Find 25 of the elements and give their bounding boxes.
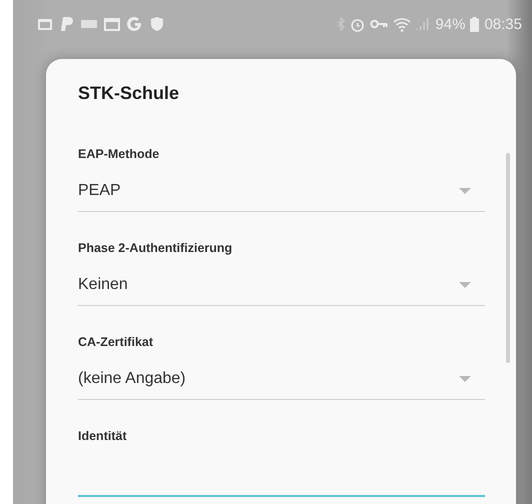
dropdown-field[interactable]: Keinen xyxy=(78,265,485,306)
payment-icon xyxy=(60,16,74,32)
key-icon xyxy=(370,19,388,29)
field-label: Phase 2-Authentifizierung xyxy=(78,240,234,257)
caret-icon xyxy=(459,376,471,382)
g-logo-icon xyxy=(127,16,143,32)
clock-time: 08:35 xyxy=(484,16,522,32)
browser-window-icon xyxy=(104,17,120,31)
dialog-title: STK-Schule xyxy=(78,83,180,105)
wifi-icon xyxy=(393,16,412,32)
keyboard-icon xyxy=(81,19,97,29)
shield-icon xyxy=(150,16,164,32)
battery-percent: 94% xyxy=(435,16,466,32)
field-label: EAP-Methode xyxy=(78,146,160,163)
alarm-icon xyxy=(350,16,366,32)
caret-icon xyxy=(459,282,471,288)
field-label: CA-Zertifikat xyxy=(78,334,154,351)
signal-icon xyxy=(416,17,430,31)
dropdown-field[interactable]: PEAP xyxy=(78,171,485,212)
calendar-icon xyxy=(37,17,53,31)
bluetooth-icon xyxy=(337,17,346,31)
dropdown-field[interactable]: (keine Angabe) xyxy=(78,359,485,400)
caret-icon xyxy=(459,188,471,194)
field-label: Identität xyxy=(78,428,128,445)
battery-icon xyxy=(470,16,480,32)
